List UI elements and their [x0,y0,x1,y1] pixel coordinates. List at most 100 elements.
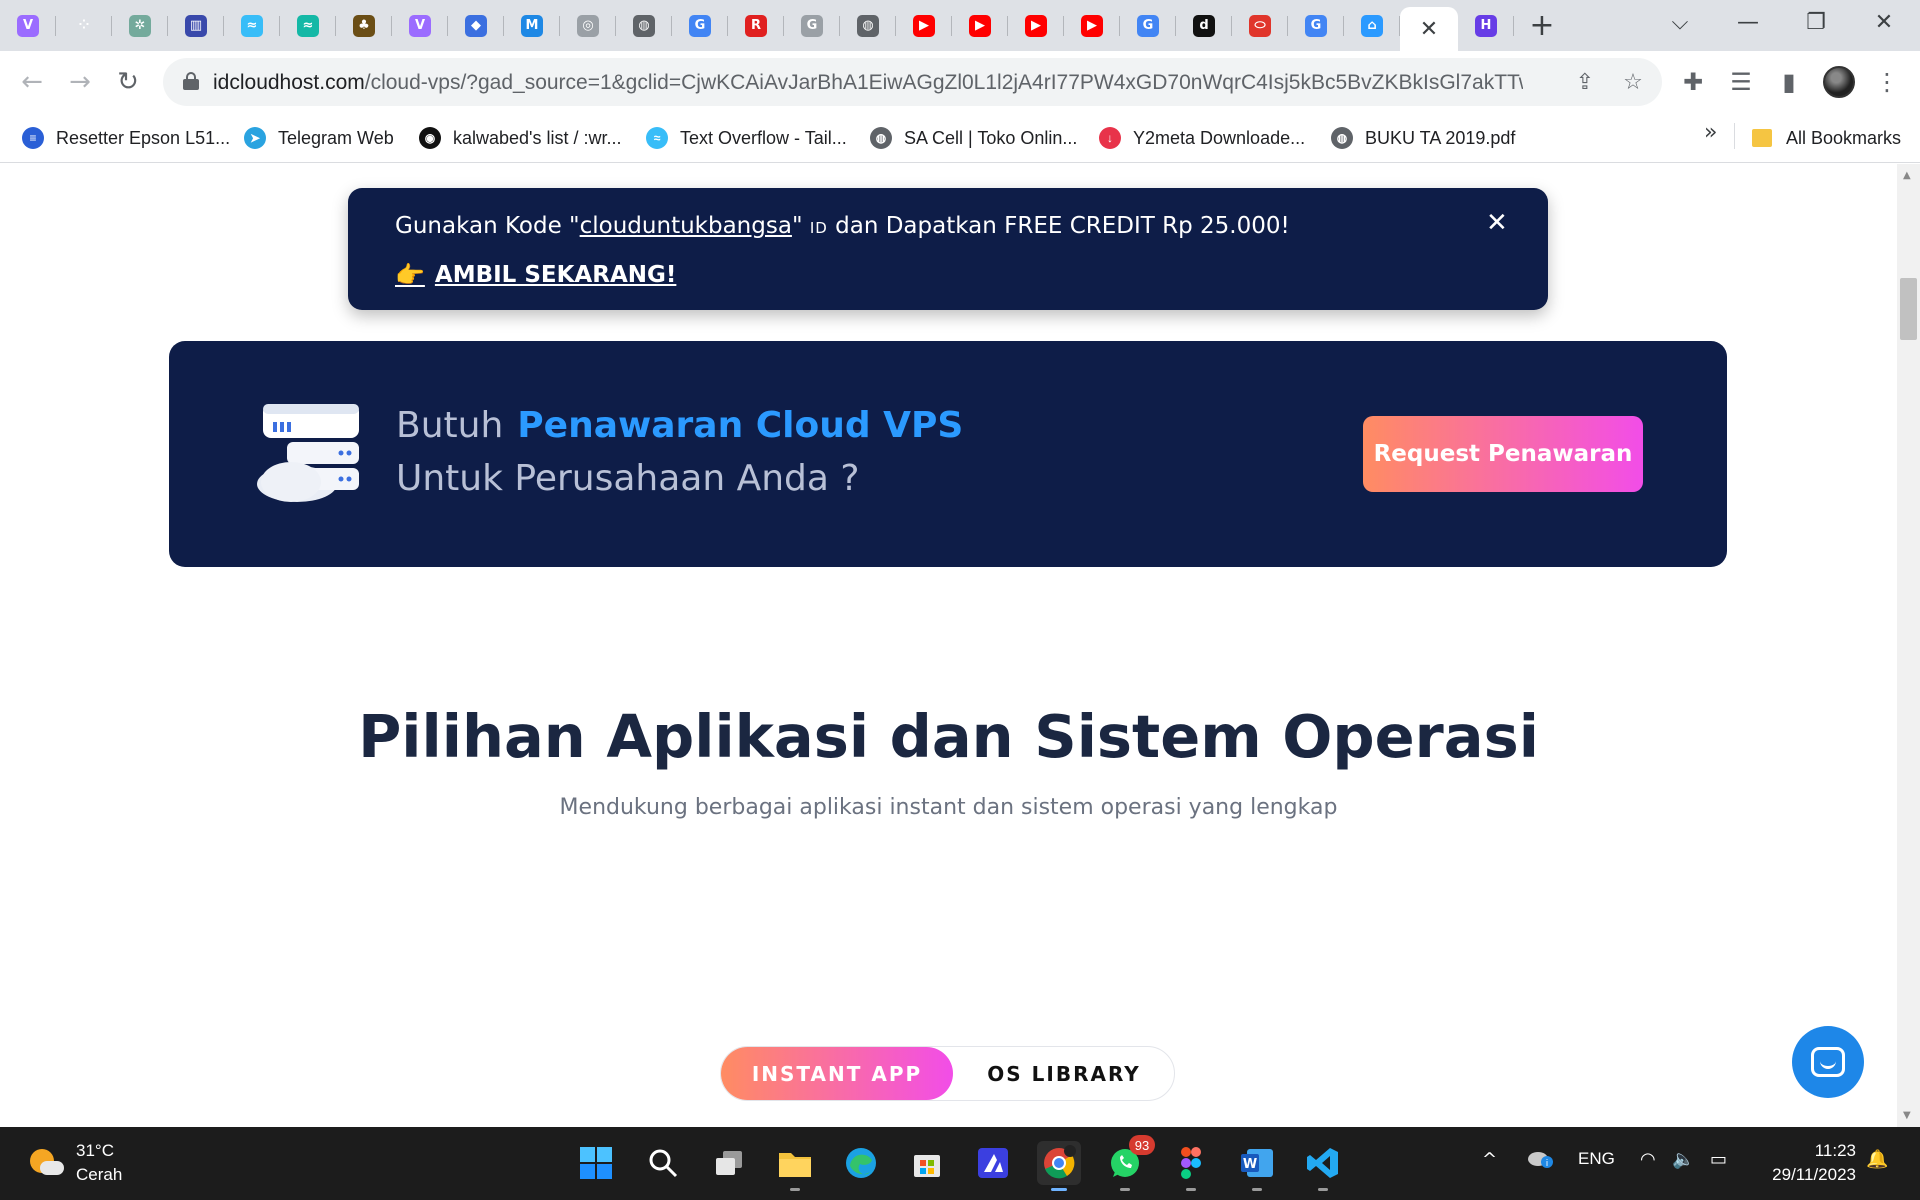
instant-app-tab[interactable]: INSTANT APP [721,1047,953,1100]
active-tab[interactable]: ✕ [1400,7,1458,51]
word-icon: W [1241,1149,1273,1177]
file-explorer-button[interactable] [773,1141,817,1191]
bookmark-item[interactable]: ◉ kalwabed's list / :wr... [419,122,622,154]
browser-tab[interactable]: H [1458,0,1514,51]
bookmark-item[interactable]: ↓ Y2meta Downloade... [1099,122,1305,154]
weather-temperature[interactable]: 31°C [76,1141,114,1161]
browser-tab[interactable]: ▶ [1008,0,1064,51]
whatsapp-button[interactable]: 93 [1103,1135,1155,1191]
profile-avatar[interactable] [1823,66,1855,98]
start-button[interactable] [574,1141,618,1185]
browser-tab[interactable]: ⁘ [56,0,112,51]
tab-strip: V ⁘ ✲ ▥ ≈ ≈ ♣ V ◆ M ◎ ◍ G R G ◍ ▶ ▶ ▶ ▶ Gd ⬭ G ⌂ ✕ H + [0,0,1920,51]
windows-taskbar: 31°C Cerah 93 W ^ i ENG ◠ 🔈 ▭ 11:23 29/1… [0,1127,1920,1200]
edge-button[interactable] [839,1141,883,1185]
browser-tab[interactable]: G [672,0,728,51]
extensions-icon[interactable]: ✚ [1676,65,1710,99]
chrome-button[interactable] [1037,1141,1081,1191]
media-control-icon[interactable]: ☰ [1724,65,1758,99]
browser-tab[interactable]: d [1176,0,1232,51]
browser-tab[interactable]: ◆ [448,0,504,51]
close-tab-icon[interactable]: ✕ [1420,17,1438,42]
browser-tab[interactable]: G [1288,0,1344,51]
bookmarks-divider [1734,123,1735,149]
task-view-button[interactable] [707,1141,751,1185]
live-chat-button[interactable] [1792,1026,1864,1098]
clock[interactable]: 11:23 29/11/2023 [1736,1139,1856,1187]
browser-tab[interactable]: V [0,0,56,51]
volume-icon[interactable]: 🔈 [1672,1149,1694,1170]
microsoft-store-button[interactable] [905,1141,949,1185]
scroll-thumb[interactable] [1900,278,1917,340]
all-bookmarks-button[interactable]: All Bookmarks [1752,122,1901,154]
side-panel-icon[interactable]: ▮ [1772,65,1806,99]
offer-heading: Butuh Penawaran Cloud VPS [396,405,964,446]
bookmark-item[interactable]: ◍ SA Cell | Toko Onlin... [870,122,1077,154]
scroll-up-arrow[interactable]: ▲ [1903,170,1911,181]
vscode-button[interactable] [1301,1141,1345,1191]
browser-tab[interactable]: ♣ [336,0,392,51]
promo-cta-label: AMBIL SEKARANG! [434,262,677,288]
all-bookmarks-label: All Bookmarks [1786,127,1902,148]
bookmark-item[interactable]: ≈ Text Overflow - Tail... [646,122,847,154]
close-window-button[interactable]: ✕ [1856,0,1912,44]
tab-search-button[interactable]: ⌵ [1652,0,1708,44]
notifications-icon[interactable]: 🔔 [1866,1149,1888,1170]
battery-icon[interactable]: ▭ [1710,1149,1727,1170]
browser-tab[interactable]: ◎ [560,0,616,51]
browser-tab[interactable]: ≈ [280,0,336,51]
request-offer-button[interactable]: Request Penawaran [1363,416,1643,492]
url-text[interactable]: idcloudhost.com/cloud-vps/?gad_source=1&… [213,71,1523,95]
bookmarks-overflow-button[interactable]: » [1704,120,1717,145]
new-tab-button[interactable]: + [1514,0,1570,51]
chart-icon: ▥ [185,14,207,37]
promo-close-button[interactable]: ✕ [1486,208,1508,238]
language-indicator[interactable]: ENG [1578,1149,1615,1169]
azure-studio-button[interactable] [971,1141,1015,1185]
promo-code[interactable]: clouduntukbangsa [580,213,792,239]
browser-menu-icon[interactable]: ⋮ [1870,65,1904,99]
browser-tab[interactable]: M [504,0,560,51]
browser-tab[interactable]: ⬭ [1232,0,1288,51]
section-title: Pilihan Aplikasi dan Sistem Operasi [358,702,1539,771]
browser-tab[interactable]: ◍ [616,0,672,51]
browser-tab[interactable]: ✲ [112,0,168,51]
browser-tab[interactable]: ◍ [840,0,896,51]
bookmark-item[interactable]: ➤ Telegram Web [244,122,394,154]
promo-banner: Gunakan Kode "clouduntukbangsa" ID dan D… [348,188,1548,310]
reload-button[interactable]: ↻ [109,63,147,101]
share-icon[interactable]: ⇪ [1570,67,1600,97]
edge-icon [846,1148,876,1178]
forward-button[interactable]: → [61,63,99,101]
figma-button[interactable] [1169,1141,1213,1191]
browser-tab[interactable]: ⌂ [1344,0,1400,51]
back-button[interactable]: ← [13,63,51,101]
browser-tab[interactable]: ▶ [896,0,952,51]
bookmark-item[interactable]: ◍ BUKU TA 2019.pdf [1331,122,1515,154]
browser-tab[interactable]: G [1120,0,1176,51]
page-scrollbar[interactable]: ▲ ▼ [1897,164,1920,1127]
os-library-tab[interactable]: OS LIBRARY [953,1047,1175,1100]
show-hidden-icons-button[interactable]: ^ [1482,1149,1497,1170]
browser-tab[interactable]: V [392,0,448,51]
word-button[interactable]: W [1235,1141,1279,1191]
browser-tab[interactable]: ▶ [1064,0,1120,51]
browser-tab[interactable]: R [728,0,784,51]
restore-button[interactable]: ❐ [1788,0,1844,44]
weather-icon[interactable] [30,1149,64,1179]
bookmark-item[interactable]: ≡ Resetter Epson L51... [22,122,230,154]
minimize-button[interactable]: — [1720,0,1776,44]
scroll-down-arrow[interactable]: ▼ [1903,1110,1911,1121]
bookmark-star-icon[interactable]: ☆ [1618,67,1648,97]
browser-tab[interactable]: ▥ [168,0,224,51]
browser-tab[interactable]: ▶ [952,0,1008,51]
browser-tab[interactable]: G [784,0,840,51]
address-bar[interactable]: idcloudhost.com/cloud-vps/?gad_source=1&… [163,58,1662,106]
onedrive-icon[interactable]: i [1526,1147,1554,1174]
promo-cta-link[interactable]: 👉 AMBIL SEKARANG! [395,261,676,289]
wifi-icon[interactable]: ◠ [1640,1149,1656,1170]
search-button[interactable] [641,1141,685,1185]
lock-icon[interactable] [183,72,199,90]
weather-condition[interactable]: Cerah [76,1165,122,1185]
browser-tab[interactable]: ≈ [224,0,280,51]
